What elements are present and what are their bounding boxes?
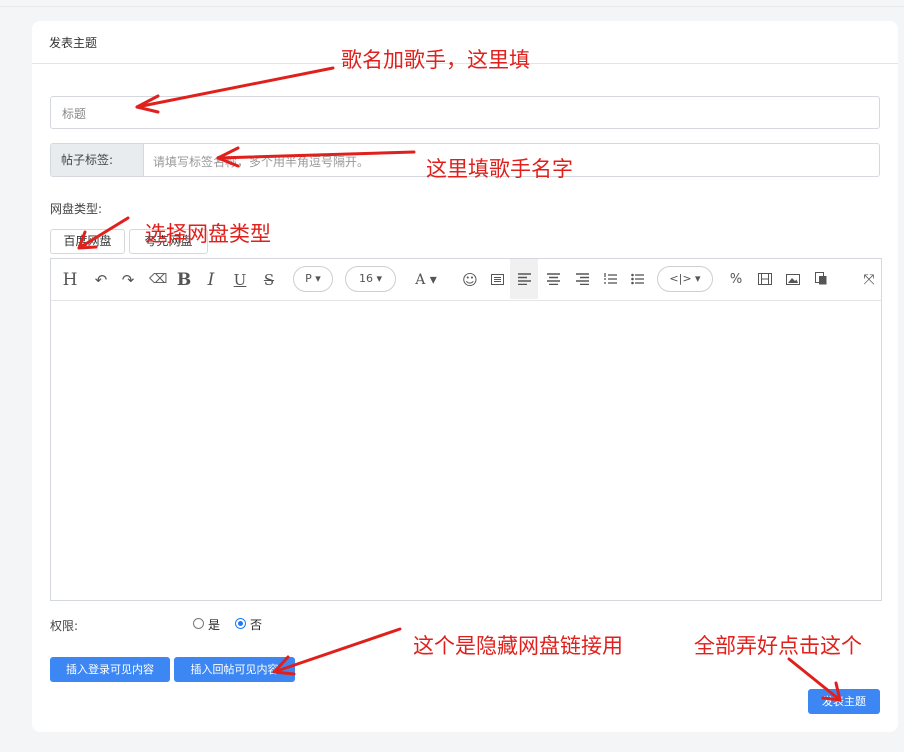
tags-placeholder: 请填写标签名称，多个用半角逗号隔开。 <box>153 155 370 169</box>
paragraph-dropdown[interactable]: P ▾ <box>293 266 333 292</box>
top-divider <box>0 6 904 7</box>
video-icon[interactable] <box>757 270 773 290</box>
code-dropdown[interactable]: <|> ▾ <box>657 266 713 292</box>
card-title: 发表主题 <box>49 36 98 50</box>
eraser-icon[interactable]: ⌫ <box>149 270 167 290</box>
ordered-list-icon[interactable] <box>602 270 618 290</box>
tags-label: 帖子标签: <box>51 144 144 176</box>
italic-button[interactable]: I <box>203 270 219 290</box>
table-icon[interactable] <box>489 270 505 290</box>
permission-radio-yes[interactable] <box>193 618 204 629</box>
align-left-icon[interactable] <box>516 270 532 290</box>
insert-login-visible-button[interactable]: 插入登录可见内容 <box>50 657 170 682</box>
align-center-icon[interactable] <box>545 270 561 290</box>
heading-button[interactable]: H <box>61 270 79 290</box>
font-color-dropdown[interactable]: A ▾ <box>411 270 441 290</box>
image-icon[interactable] <box>785 270 801 290</box>
font-size-dropdown[interactable]: 16 ▾ <box>345 266 396 292</box>
redo-icon[interactable]: ↷ <box>120 270 136 290</box>
bullet-list-icon[interactable] <box>629 270 645 290</box>
rich-text-editor[interactable]: H ↶ ↷ ⌫ B I U S P ▾ 16 ▾ A ▾ ☺ <|> ▾ % ⤧ <box>50 258 882 601</box>
insert-reply-visible-button[interactable]: 插入回帖可见内容 <box>174 657 295 682</box>
strikethrough-button[interactable]: S <box>261 270 277 290</box>
bold-button[interactable]: B <box>176 270 192 290</box>
post-form-card: 发表主题 标题 帖子标签: 请填写标签名称，多个用半角逗号隔开。 网盘类型: 百… <box>32 21 898 732</box>
emoji-icon[interactable]: ☺ <box>462 270 478 290</box>
paste-icon[interactable] <box>813 270 829 290</box>
annotation-submit: 全部弄好点击这个 <box>694 634 862 658</box>
fullscreen-icon[interactable]: ⤧ <box>861 270 877 290</box>
submit-button[interactable]: 发表主题 <box>808 689 880 714</box>
annotation-tags: 这里填歌手名字 <box>426 157 573 181</box>
disk-type-label: 网盘类型: <box>50 202 103 216</box>
undo-icon[interactable]: ↶ <box>93 270 109 290</box>
permission-yes-label: 是 <box>208 618 221 632</box>
editor-toolbar: H ↶ ↷ ⌫ B I U S P ▾ 16 ▾ A ▾ ☺ <|> ▾ % ⤧ <box>51 259 881 301</box>
permission-no-label: 否 <box>250 618 263 632</box>
annotation-title: 歌名加歌手，这里填 <box>341 48 530 72</box>
annotation-hidden-link: 这个是隐藏网盘链接用 <box>413 634 623 658</box>
title-placeholder: 标题 <box>62 107 87 121</box>
link-icon[interactable]: % <box>728 270 744 290</box>
annotation-disk: 选择网盘类型 <box>145 222 271 246</box>
disk-option-baidu[interactable]: 百度网盘 <box>50 229 125 254</box>
underline-button[interactable]: U <box>232 270 248 290</box>
align-right-icon[interactable] <box>574 270 590 290</box>
title-input[interactable]: 标题 <box>50 96 880 129</box>
permission-radio-no[interactable] <box>235 618 246 629</box>
permission-label: 权限: <box>50 619 79 633</box>
